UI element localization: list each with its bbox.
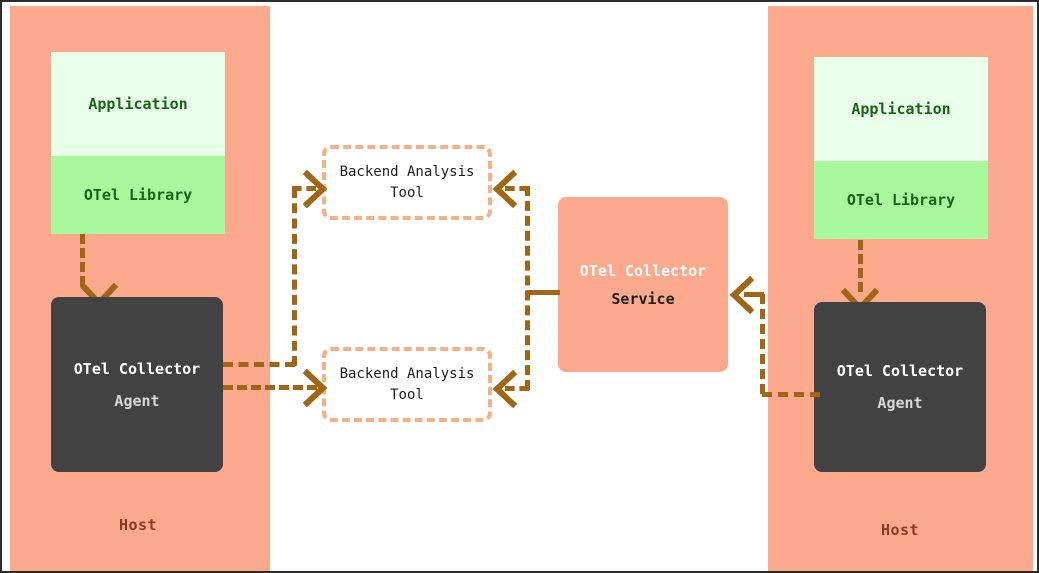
collector-agent-left-title: OTel Collector: [73, 359, 201, 378]
connector-agent-left-upper-v: [292, 188, 297, 366]
otel-collector-service[interactable]: OTel Collector Service: [558, 197, 728, 372]
connector-service-left-stub: [527, 290, 560, 295]
connector-agent-left-upper-h: [223, 362, 295, 367]
backend-top-label: Backend Analysis Tool: [339, 164, 475, 201]
connector-agent-left-lower-h: [223, 385, 317, 390]
collector-agent-right-title: OTel Collector: [836, 362, 964, 380]
collector-agent-left-subtitle: Agent: [114, 391, 160, 410]
connector-library-to-agent-left: [80, 234, 85, 286]
connector-service-trunk-v: [525, 186, 530, 390]
app-stack-left: Application OTel Library: [51, 52, 225, 234]
backend-analysis-tool-bottom[interactable]: Backend Analysis Tool: [322, 347, 492, 422]
otel-collector-agent-right[interactable]: OTel Collector Agent: [814, 302, 986, 472]
host-label-right: Host: [880, 521, 920, 539]
host-label-left: Host: [118, 516, 158, 534]
otel-collector-agent-left[interactable]: OTel Collector Agent: [51, 297, 223, 472]
backend-analysis-tool-top[interactable]: Backend Analysis Tool: [322, 145, 492, 220]
diagram-canvas: Application OTel Library OTel Collector …: [0, 0, 1039, 573]
otel-library-box-right: OTel Library: [814, 161, 988, 239]
application-box-left: Application: [51, 52, 225, 156]
otel-library-box-left: OTel Library: [51, 156, 225, 234]
connector-library-to-agent-right: [858, 240, 863, 292]
app-stack-right: Application OTel Library: [814, 57, 988, 239]
connector-agent-right-h: [762, 392, 820, 397]
collector-agent-right-subtitle: Agent: [877, 394, 923, 412]
backend-bottom-label: Backend Analysis Tool: [339, 366, 475, 403]
application-box-right: Application: [814, 57, 988, 161]
collector-service-title: OTel Collector: [579, 261, 707, 280]
collector-service-subtitle: Service: [611, 289, 675, 308]
connector-agent-right-v: [760, 294, 765, 394]
